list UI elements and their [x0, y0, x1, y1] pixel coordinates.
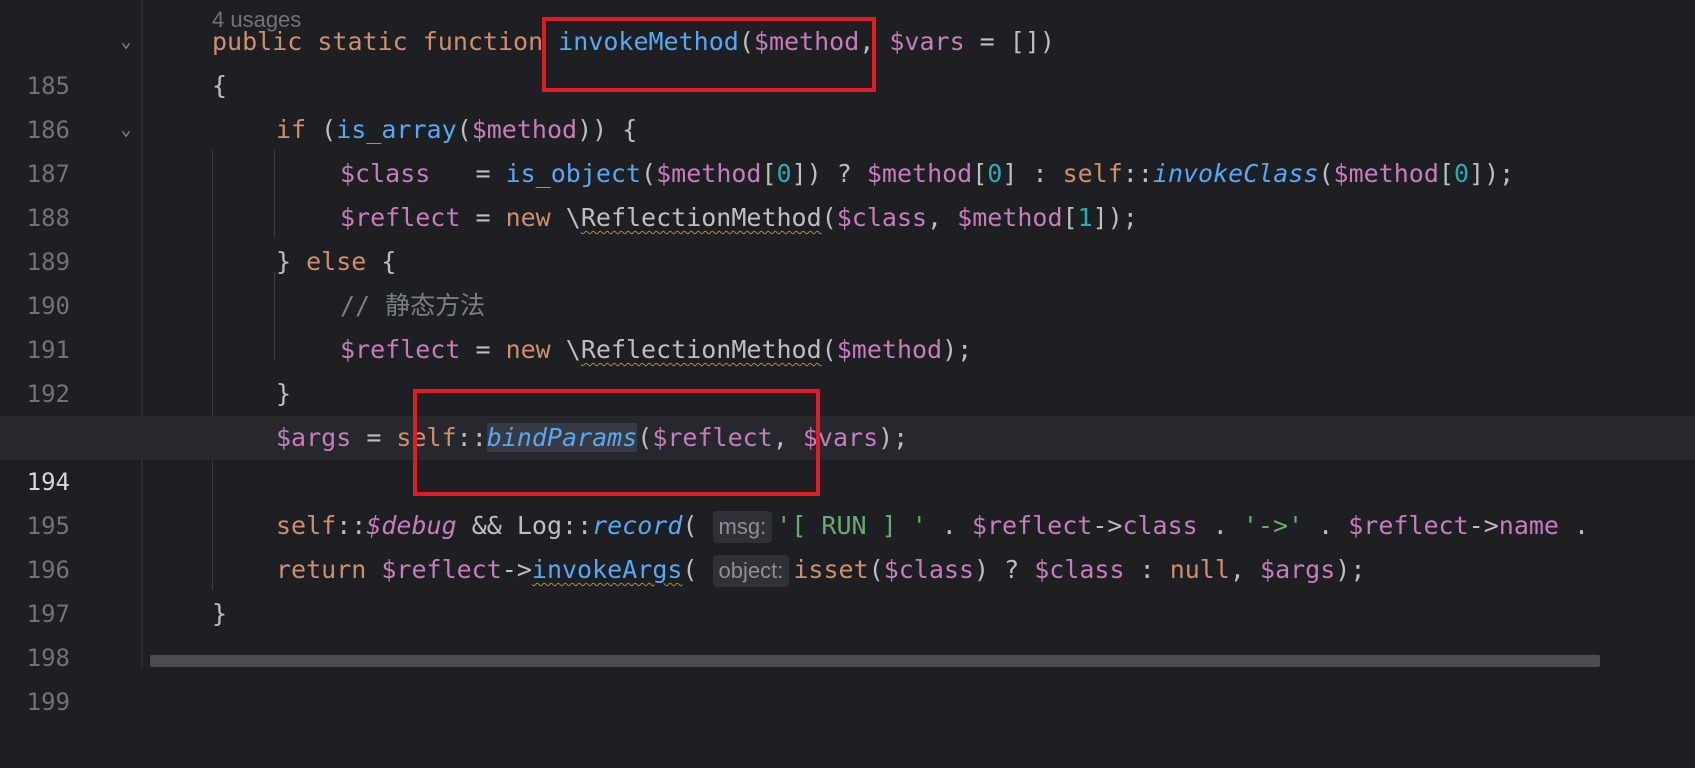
- variable: $class: [1034, 555, 1125, 584]
- fold-chevron-icon[interactable]: ⌄: [118, 20, 134, 64]
- keyword: if: [276, 115, 307, 144]
- line-number: 199: [26, 688, 70, 716]
- annotation-highlight-box: [542, 17, 876, 92]
- code-text: }: [212, 599, 228, 628]
- annotation-highlight-box: [413, 389, 820, 496]
- keyword: new: [505, 335, 551, 364]
- function-name[interactable]: invokeArgs: [532, 555, 683, 584]
- keyword: else: [306, 247, 367, 276]
- variable: $class: [836, 203, 928, 232]
- keyword: return: [276, 555, 367, 584]
- function-name[interactable]: record: [592, 511, 682, 540]
- variable: $args: [1260, 555, 1336, 584]
- code-line[interactable]: 190 } else {: [0, 240, 1695, 320]
- code-line[interactable]: 195: [0, 460, 1695, 540]
- variable: $class: [883, 555, 974, 584]
- variable: $method: [957, 203, 1063, 232]
- code-text: }: [276, 379, 292, 408]
- function-name[interactable]: invokeClass: [1153, 159, 1319, 188]
- code-line[interactable]: 189 $reflect = new \ReflectionMethod($cl…: [0, 196, 1695, 276]
- code-line[interactable]: 193 }: [0, 372, 1695, 452]
- number: 0: [1453, 159, 1470, 188]
- number: 0: [987, 159, 1003, 188]
- keyword: public static function: [212, 27, 544, 56]
- variable: $args: [276, 423, 352, 452]
- keyword: self: [276, 511, 337, 540]
- code-editor[interactable]: 185 ⌄ 4 usages public static function in…: [0, 0, 1695, 716]
- code-line[interactable]: 192 $reflect = new \ReflectionMethod($me…: [0, 328, 1695, 408]
- string: '->': [1242, 511, 1304, 540]
- fold-chevron-icon[interactable]: ⌄: [118, 108, 134, 152]
- code-text: )) {: [577, 115, 638, 144]
- code-line[interactable]: 196 self::$debug && Log::record( msg: '[ …: [0, 504, 1695, 584]
- variable: $reflect: [340, 335, 461, 364]
- keyword: self: [1062, 159, 1123, 188]
- variable: $reflect: [340, 203, 461, 232]
- class-name[interactable]: ReflectionMethod: [581, 203, 822, 232]
- variable: $method: [836, 335, 943, 364]
- comment: // 静态方法: [340, 291, 486, 320]
- property: name: [1498, 511, 1559, 540]
- code-line[interactable]: 198 }: [0, 592, 1695, 672]
- variable: $debug: [366, 511, 457, 540]
- variable: $reflect: [381, 555, 502, 584]
- param-hint: object:: [712, 555, 790, 587]
- variable: $reflect: [971, 511, 1093, 540]
- variable: $method: [866, 159, 973, 188]
- keyword: null: [1169, 555, 1230, 584]
- param-hint: msg:: [712, 511, 773, 543]
- class-name[interactable]: ReflectionMethod: [581, 335, 822, 364]
- code-line[interactable]: 191 // 静态方法: [0, 284, 1695, 364]
- string: '[ RUN ] ': [776, 511, 927, 540]
- keyword: isset: [793, 555, 869, 584]
- code-text: = []): [964, 27, 1055, 56]
- function-name[interactable]: is_array: [336, 115, 456, 144]
- code-line[interactable]: 188 $class = is_object($method[0]) ? $me…: [0, 152, 1695, 232]
- variable: $method: [656, 159, 762, 188]
- variable: $method: [1333, 159, 1439, 188]
- variable: $reflect: [1348, 511, 1469, 540]
- keyword: new: [505, 203, 551, 232]
- class-name[interactable]: Log: [517, 511, 562, 540]
- horizontal-scrollbar[interactable]: [150, 655, 1600, 667]
- current-code-line[interactable]: 194 $args = self::bindParams($reflect, $…: [0, 416, 1695, 496]
- function-name[interactable]: is_object: [506, 159, 641, 188]
- property: class: [1122, 511, 1198, 540]
- number: 1: [1077, 203, 1093, 232]
- code-text: {: [212, 71, 228, 100]
- variable: $method: [471, 115, 578, 144]
- code-line[interactable]: 197 return $reflect->invokeArgs( object:…: [0, 548, 1695, 628]
- variable: $class: [340, 159, 431, 188]
- code-line[interactable]: 187 ⌄ if (is_array($method)) {: [0, 108, 1695, 188]
- param-vars: $vars: [889, 27, 965, 56]
- number: 0: [776, 159, 792, 188]
